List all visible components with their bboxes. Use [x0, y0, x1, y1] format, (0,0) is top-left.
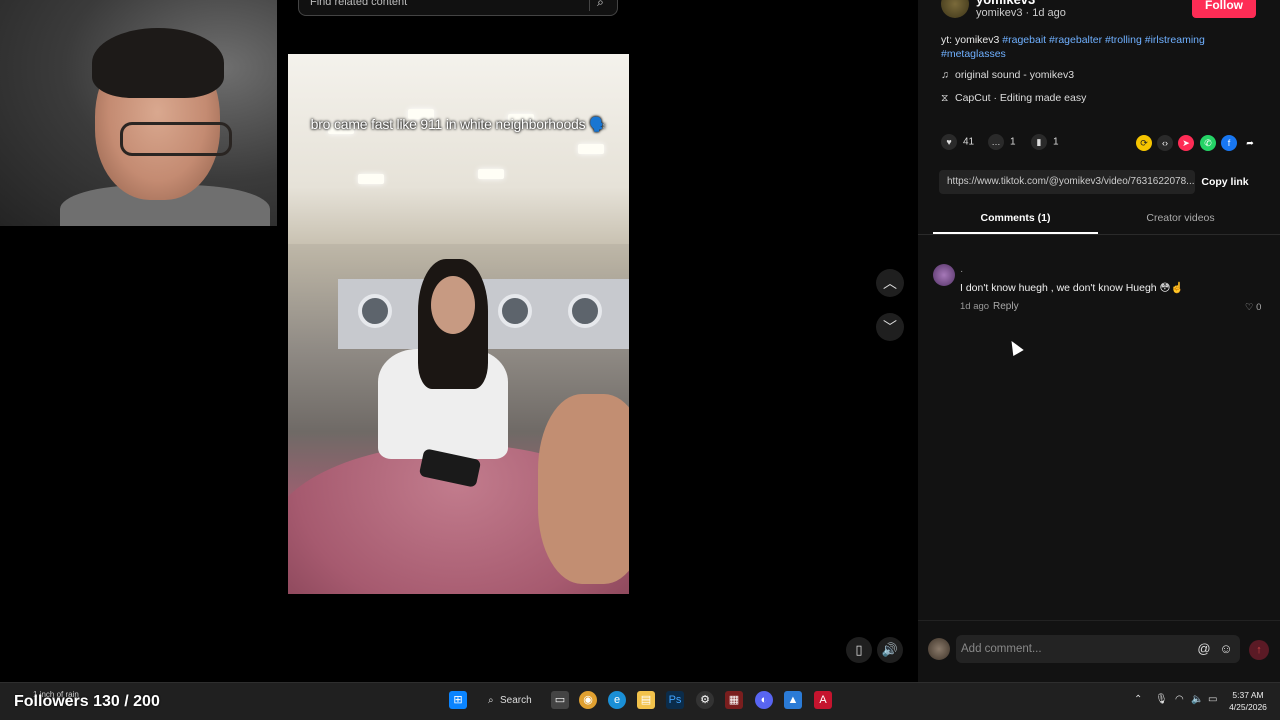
- follow-button[interactable]: Follow: [1192, 0, 1256, 18]
- author-name[interactable]: yomikev3: [976, 0, 1035, 7]
- chevron-up-icon: ︿: [883, 275, 897, 291]
- description-prefix: yt: yomikev3: [941, 34, 1003, 46]
- comment-text: I don't know huegh , we don't know Huegh…: [960, 282, 1184, 294]
- comment-age: 1d ago: [960, 301, 990, 312]
- search-placeholder: Find related content: [310, 0, 408, 8]
- next-video-button[interactable]: ﹀: [876, 313, 904, 341]
- clock-time: 5:37 AM: [1232, 690, 1264, 700]
- copy-link-button[interactable]: Copy link: [1198, 170, 1252, 194]
- edge-icon[interactable]: e: [608, 691, 626, 709]
- washer-door: [358, 294, 392, 328]
- capcut-label: CapCut · Editing made easy: [955, 92, 1087, 104]
- comment-stat[interactable]: … 1: [988, 134, 1016, 150]
- tab-comments[interactable]: Comments (1): [933, 212, 1098, 224]
- mini-player-button[interactable]: ▯: [846, 637, 872, 663]
- webcam-hair: [92, 28, 224, 98]
- taskbar-clock[interactable]: 5:37 AM 4/25/2026: [1226, 689, 1270, 713]
- more-share-icon[interactable]: ➦: [1242, 135, 1258, 151]
- battery-icon[interactable]: ▭: [1208, 694, 1217, 705]
- search-icon: ⌕: [488, 695, 494, 706]
- hashtag[interactable]: #trolling: [1105, 34, 1142, 46]
- video-arm: [538, 394, 629, 584]
- ceiling-light: [358, 174, 384, 184]
- save-count: 1: [1053, 136, 1059, 148]
- video-description: yt: yomikev3 #ragebait #ragebalter #trol…: [941, 33, 1231, 61]
- microphone-icon[interactable]: 🎙: [1155, 694, 1168, 705]
- sound-row[interactable]: ♫ original sound - yomikev3: [941, 69, 1074, 81]
- bookmark-icon: ▮: [1031, 134, 1047, 150]
- taskbar-search-label: Search: [500, 695, 532, 706]
- mention-icon[interactable]: @: [1196, 641, 1212, 657]
- windows-start-icon[interactable]: ⊞: [449, 691, 467, 709]
- repost-icon[interactable]: ⟳: [1136, 135, 1152, 151]
- details-tabs: Comments (1) Creator videos: [918, 208, 1280, 235]
- chrome-icon[interactable]: ◉: [579, 691, 597, 709]
- video-player[interactable]: bro came fast like 911 in white neighbor…: [288, 54, 629, 594]
- taskbar-search-button[interactable]: ⌕ Search: [482, 691, 534, 711]
- mini-player-icon: ▯: [855, 642, 863, 657]
- heart-icon: ♥: [941, 134, 957, 150]
- volume-button[interactable]: 🔊: [877, 637, 903, 663]
- active-tab-indicator: [933, 232, 1098, 234]
- washer-door: [568, 294, 602, 328]
- comment-icon: …: [988, 134, 1004, 150]
- webcam-glasses: [120, 122, 232, 156]
- webcam-overlay: [0, 0, 277, 226]
- whatsapp-icon[interactable]: ✆: [1200, 135, 1216, 151]
- washer-door: [498, 294, 532, 328]
- commenter-name[interactable]: ·: [960, 266, 963, 277]
- chevron-down-icon: ﹀: [883, 319, 897, 335]
- save-stat[interactable]: ▮ 1: [1031, 134, 1059, 150]
- capcut-icon: ⧖: [941, 92, 949, 104]
- like-stat[interactable]: ♥ 41: [941, 134, 974, 150]
- emoji-icon[interactable]: ☺: [1218, 641, 1234, 657]
- video-person-face: [431, 276, 475, 334]
- commenter-avatar[interactable]: [933, 264, 955, 286]
- embed-icon[interactable]: ‹›: [1157, 135, 1173, 151]
- tab-creator-videos[interactable]: Creator videos: [1098, 212, 1263, 224]
- speaker-icon[interactable]: 🔈: [1191, 694, 1203, 705]
- task-view-icon[interactable]: ▭: [551, 691, 569, 709]
- video-link-field[interactable]: https://www.tiktok.com/@yomikev3/video/7…: [939, 170, 1195, 194]
- previous-video-button[interactable]: ︿: [876, 269, 904, 297]
- hashtag[interactable]: #ragebait: [1002, 34, 1046, 46]
- music-note-icon: ♫: [941, 69, 949, 81]
- volume-icon: 🔊: [881, 642, 899, 657]
- wifi-icon[interactable]: ◠: [1175, 694, 1184, 705]
- file-explorer-icon[interactable]: ▤: [637, 691, 655, 709]
- search-icon[interactable]: ⌕: [589, 0, 611, 11]
- like-count: 41: [963, 136, 975, 148]
- app-icon[interactable]: ⚙: [696, 691, 714, 709]
- facebook-icon[interactable]: f: [1221, 135, 1237, 151]
- clock-date: 4/25/2026: [1229, 702, 1267, 712]
- current-user-avatar: [928, 638, 950, 660]
- chevron-up-icon[interactable]: ⌃: [1134, 694, 1142, 705]
- reply-button[interactable]: Reply: [993, 301, 1019, 312]
- hashtag[interactable]: #metaglasses: [941, 48, 1006, 60]
- followers-goal-overlay: Followers 130 / 200: [14, 693, 160, 710]
- app-icon-3[interactable]: A: [814, 691, 832, 709]
- discord-icon[interactable]: ◐: [755, 691, 773, 709]
- related-search-input[interactable]: Find related content ⌕: [298, 0, 618, 16]
- ceiling-light: [478, 169, 504, 179]
- post-comment-button[interactable]: ↑: [1249, 640, 1269, 660]
- ceiling-light: [578, 144, 604, 154]
- hashtag[interactable]: #ragebalter: [1049, 34, 1102, 46]
- photoshop-icon[interactable]: Ps: [666, 691, 684, 709]
- video-caption: bro came fast like 911 in white neighbor…: [310, 116, 607, 132]
- capcut-row[interactable]: ⧖ CapCut · Editing made easy: [941, 92, 1086, 105]
- send-to-friends-icon[interactable]: ➤: [1178, 135, 1194, 151]
- comment-like-button[interactable]: ♡ 0: [1245, 302, 1261, 313]
- photos-icon[interactable]: ▲: [784, 691, 802, 709]
- sound-label: original sound - yomikev3: [955, 69, 1075, 81]
- hashtag[interactable]: #irlstreaming: [1145, 34, 1205, 46]
- author-meta: yomikev3 · 1d ago: [976, 7, 1066, 19]
- comment-count: 1: [1010, 136, 1016, 148]
- arrow-up-icon: ↑: [1256, 644, 1262, 656]
- app-icon-2[interactable]: ▦: [725, 691, 743, 709]
